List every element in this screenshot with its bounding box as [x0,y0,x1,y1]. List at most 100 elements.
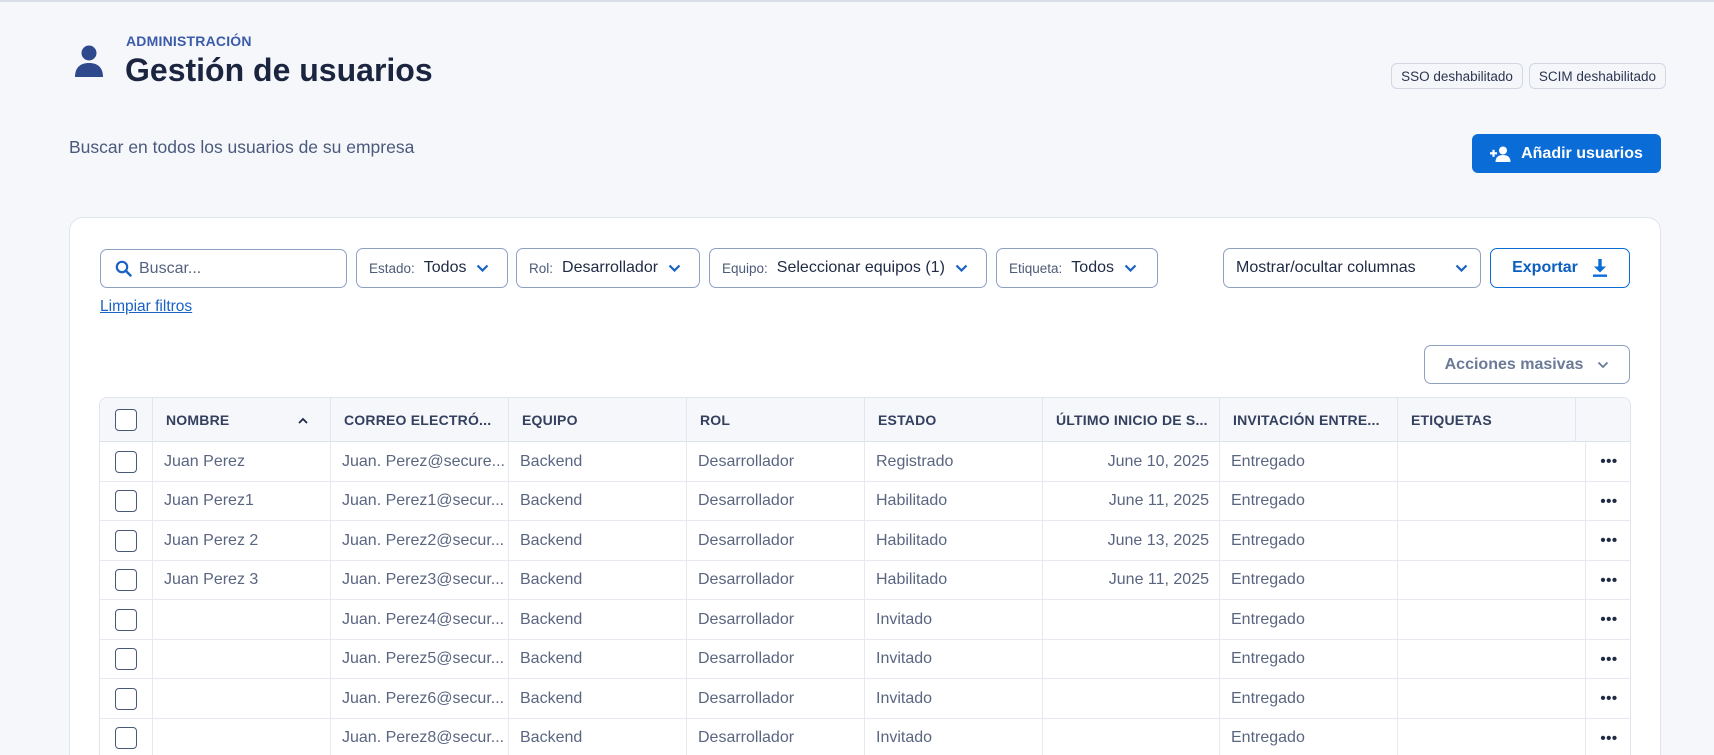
cell-equipo: Backend [508,481,686,521]
cell-invitacion: Entregado [1219,718,1397,755]
column-header-ultimo-inicio[interactable]: ÚLTIMO INICIO DE S... [1042,398,1219,442]
cell-equipo: Backend [508,600,686,639]
table-row[interactable]: Juan. Perez8@secur... Backend Desarrollado… [100,718,1630,755]
rol-filter-value: Desarrollador [562,259,659,276]
table-row[interactable]: Juan Perez 3 Juan. Perez3@secur... Backend… [100,560,1630,600]
add-users-label: Añadir usuarios [1521,144,1643,162]
row-checkbox[interactable] [115,648,137,670]
cell-invitacion: Entregado [1219,600,1397,639]
cell-invitacion: Entregado [1219,521,1397,560]
cell-invitacion: Entregado [1219,679,1397,718]
column-header-label: NOMBRE [166,412,230,428]
estado-filter[interactable]: Estado: Todos [356,248,508,288]
table-row[interactable]: Juan. Perez4@secur... Backend Desarrollado… [100,600,1630,640]
row-menu-button[interactable]: ••• [1585,560,1630,600]
row-checkbox[interactable] [115,490,137,512]
table-row[interactable]: Juan. Perez6@secur... Backend Desarrollado… [100,679,1630,719]
page-header: ADMINISTRACIÓN Gestión de usuarios SSO d… [66,30,1666,100]
add-user-icon [1490,146,1511,162]
row-menu-button[interactable]: ••• [1585,718,1630,755]
status-badges: SSO deshabilitado SCIM deshabilitado [1391,63,1666,89]
rol-filter-label: Rol: [529,260,554,276]
row-menu-button[interactable]: ••• [1585,521,1630,560]
export-button[interactable]: Exportar [1490,248,1630,288]
table-row[interactable]: Juan Perez Juan. Perez@secure... Backend De… [100,442,1630,482]
cell-rol: Desarrollador [686,481,864,521]
column-header-etiquetas[interactable]: ETIQUETAS [1397,398,1575,442]
sso-status-badge: SSO deshabilitado [1391,63,1523,89]
add-users-button[interactable]: Añadir usuarios [1472,134,1661,173]
column-header-equipo[interactable]: EQUIPO [508,398,686,442]
cell-correo: Juan. Perez8@secur... [330,718,508,755]
chevron-down-icon [668,264,681,272]
column-header-label: ÚLTIMO INICIO DE S... [1056,412,1208,428]
column-header-label: ROL [700,412,731,428]
row-menu-button[interactable]: ••• [1585,481,1630,521]
row-menu-button[interactable]: ••• [1585,442,1630,481]
chevron-down-icon [1598,361,1609,368]
row-select-cell [100,600,152,639]
column-header-label: ESTADO [878,412,937,428]
sort-ascending-icon [298,417,308,424]
column-header-nombre[interactable]: NOMBRE [152,398,330,442]
cell-etiquetas [1397,600,1575,639]
cell-equipo: Backend [508,521,686,560]
column-header-invitacion[interactable]: INVITACIÓN ENTRE... [1219,398,1397,442]
row-menu-button[interactable]: ••• [1585,600,1630,639]
cell-correo: Juan. Perez6@secur... [330,679,508,718]
row-menu-button[interactable]: ••• [1585,679,1630,718]
cell-ultimo-inicio [1042,639,1219,679]
etiqueta-filter-label: Etiqueta: [1009,260,1063,276]
cell-rol: Desarrollador [686,521,864,560]
column-header-rol[interactable]: ROL [686,398,864,442]
bulk-actions-dropdown[interactable]: Acciones masivas [1424,345,1630,384]
row-checkbox[interactable] [115,687,137,710]
row-select-cell [100,521,152,560]
cell-nombre [152,718,330,755]
row-checkbox[interactable] [115,529,137,552]
cell-equipo: Backend [508,679,686,718]
scim-status-badge: SCIM deshabilitado [1528,63,1666,89]
row-checkbox[interactable] [115,569,137,591]
estado-filter-value: Todos [423,259,467,276]
cell-nombre [152,679,330,718]
row-select-cell [100,640,152,679]
clear-filters-link[interactable]: Limpiar filtros [100,298,192,316]
etiqueta-filter-value: Todos [1071,259,1114,276]
equipo-filter[interactable]: Equipo: Seleccionar equipos (1) [709,248,987,288]
column-header-correo[interactable]: CORREO ELECTRÓ... [330,398,508,442]
table-row[interactable]: Juan. Perez5@secur... Backend Desarrollado… [100,639,1630,679]
cell-correo: Juan. Perez5@secur... [330,639,508,679]
chevron-down-icon [1124,264,1137,272]
cell-rol: Desarrollador [686,639,864,679]
table-row[interactable]: Juan Perez1 Juan. Perez1@secur... Backend D… [100,481,1630,521]
columns-toggle-dropdown[interactable]: Mostrar/ocultar columnas [1223,248,1481,288]
cell-nombre: Juan Perez [152,442,330,481]
row-menu-button[interactable]: ••• [1585,639,1630,679]
row-select-cell [100,561,152,600]
cell-correo: Juan. Perez3@secur... [330,560,508,600]
row-checkbox[interactable] [115,608,137,631]
select-all-cell [100,398,152,442]
cell-estado: Invitado [864,679,1042,718]
search-input[interactable] [139,256,339,282]
etiqueta-filter[interactable]: Etiqueta: Todos [996,248,1158,288]
cell-rol: Desarrollador [686,600,864,639]
select-all-checkbox[interactable] [115,409,137,431]
cell-nombre: Juan Perez1 [152,481,330,521]
cell-estado: Habilitado [864,481,1042,521]
chevron-down-icon [476,264,489,272]
search-field[interactable] [100,249,347,288]
cell-rol: Desarrollador [686,718,864,755]
columns-toggle-label: Mostrar/ocultar columnas [1236,259,1416,276]
row-checkbox[interactable] [115,727,137,749]
column-header-estado[interactable]: ESTADO [864,398,1042,442]
cell-equipo: Backend [508,442,686,481]
cell-estado: Invitado [864,600,1042,639]
cell-ultimo-inicio: June 11, 2025 [1042,481,1219,521]
table-row[interactable]: Juan Perez 2 Juan. Perez2@secur... Backend… [100,521,1630,561]
rol-filter[interactable]: Rol: Desarrollador [516,248,700,288]
cell-equipo: Backend [508,718,686,755]
row-checkbox[interactable] [115,450,137,473]
cell-etiquetas [1397,442,1575,481]
